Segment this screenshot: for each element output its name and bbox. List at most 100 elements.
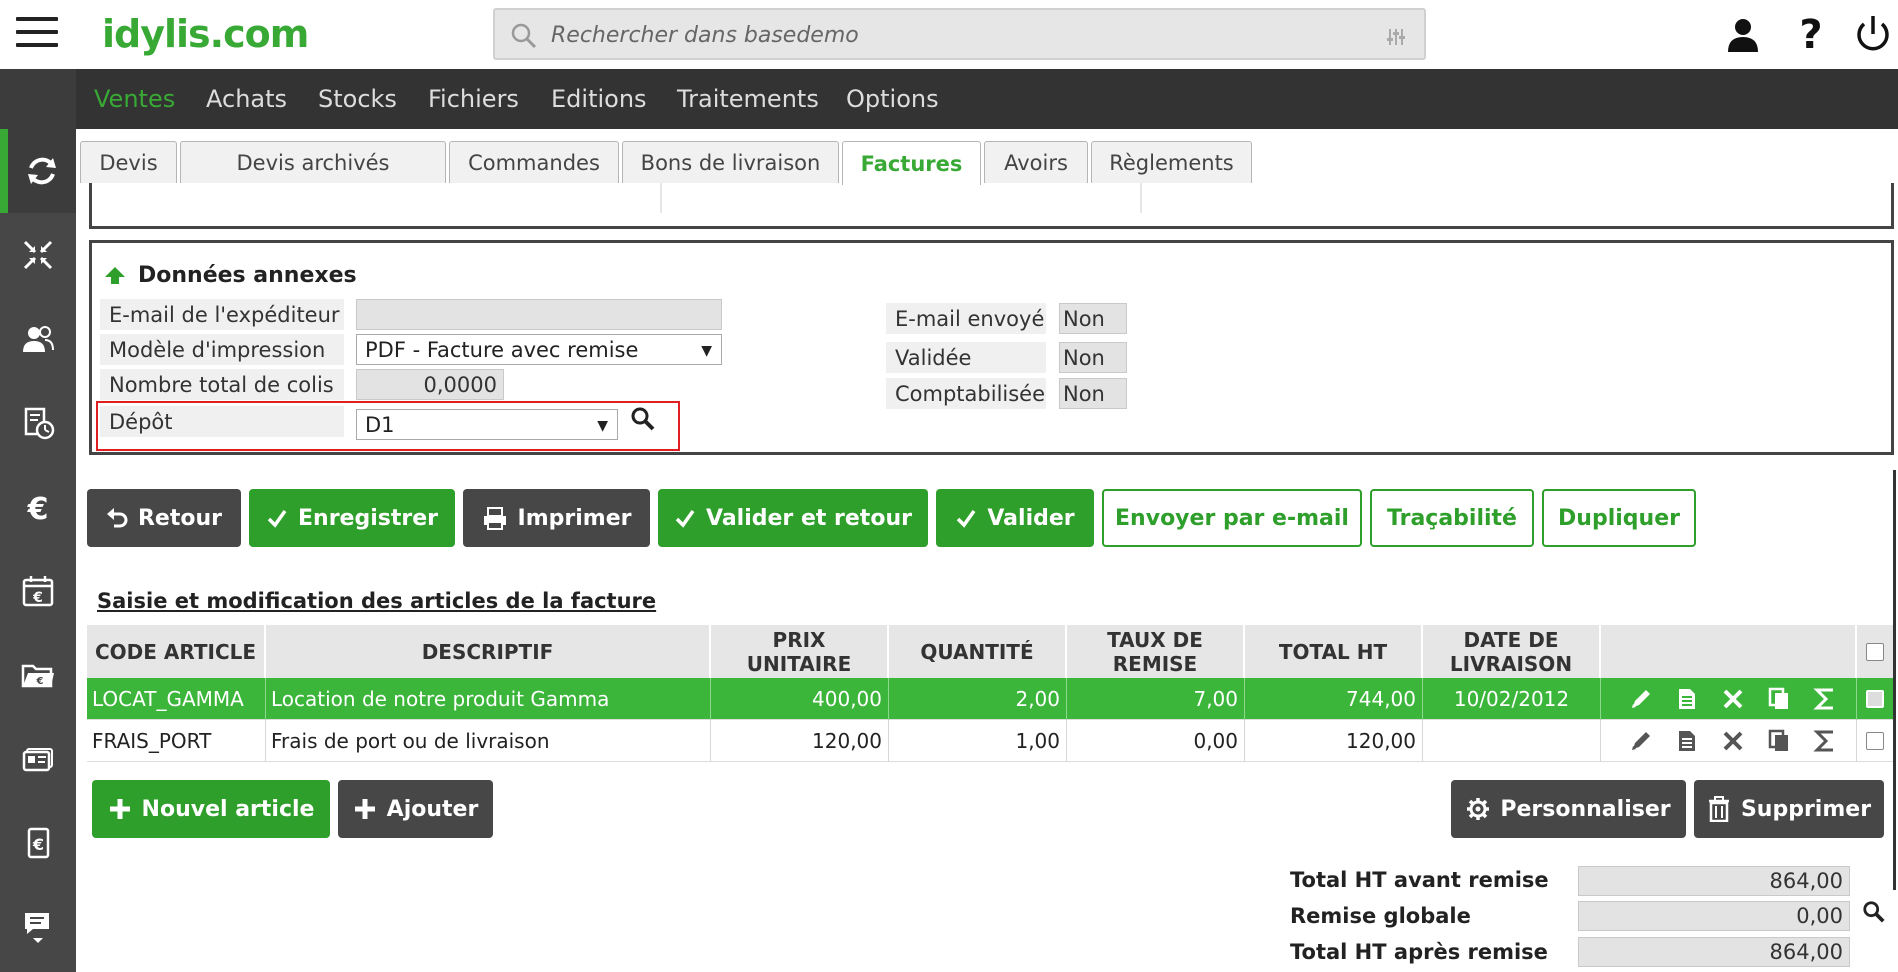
sidebar-item-finance[interactable]: € bbox=[0, 465, 76, 549]
previous-panel-frame bbox=[89, 183, 1894, 229]
tab-factures[interactable]: Factures bbox=[842, 141, 981, 185]
menu-options[interactable]: Options bbox=[846, 85, 939, 113]
sidebar-item-sales[interactable] bbox=[0, 129, 76, 213]
col-remise-line1: TAUX DE bbox=[1107, 627, 1203, 652]
cell-remise: 7,00 bbox=[1067, 678, 1245, 720]
collapse-up-icon[interactable] bbox=[104, 265, 126, 287]
col-total-ht[interactable]: TOTAL HT bbox=[1245, 625, 1423, 678]
search-input[interactable] bbox=[551, 18, 1331, 52]
dupliquer-button[interactable]: Dupliquer bbox=[1542, 489, 1696, 547]
menu-fichiers[interactable]: Fichiers bbox=[428, 85, 519, 113]
cell-prix: 400,00 bbox=[711, 678, 889, 720]
delete-x-icon[interactable] bbox=[1721, 729, 1745, 753]
cell-quantite: 2,00 bbox=[889, 678, 1067, 720]
imprimer-button[interactable]: Imprimer bbox=[463, 489, 650, 547]
edit-pencil-icon[interactable] bbox=[1629, 729, 1653, 753]
row-checkbox[interactable] bbox=[1866, 732, 1884, 750]
personnaliser-label: Personnaliser bbox=[1500, 796, 1671, 822]
valider-label: Valider bbox=[987, 505, 1075, 531]
check-icon bbox=[675, 509, 695, 528]
cell-remise: 0,00 bbox=[1067, 720, 1245, 762]
menu-traitements[interactable]: Traitements bbox=[677, 85, 819, 113]
menu-editions[interactable]: Editions bbox=[551, 85, 647, 113]
chat-more-icon bbox=[25, 913, 49, 943]
app-logo[interactable]: idylis.com bbox=[102, 12, 309, 56]
comptabilisee-label: Comptabilisée bbox=[886, 378, 1046, 409]
document-clock-icon bbox=[24, 407, 55, 440]
depot-value: D1 bbox=[365, 412, 395, 437]
sigma-sum-icon[interactable] bbox=[1813, 687, 1837, 711]
remise-search-icon[interactable] bbox=[1862, 900, 1886, 924]
sidebar-item-calendar[interactable]: € bbox=[0, 549, 76, 633]
row-checkbox[interactable] bbox=[1866, 690, 1884, 708]
id-card-icon bbox=[22, 748, 53, 772]
valider-button[interactable]: Valider bbox=[936, 489, 1094, 547]
tab-avoirs[interactable]: Avoirs bbox=[984, 141, 1088, 183]
delete-x-icon[interactable] bbox=[1721, 687, 1745, 711]
valider-et-retour-button[interactable]: Valider et retour bbox=[658, 489, 928, 547]
menu-stocks[interactable]: Stocks bbox=[318, 85, 397, 113]
depot-select[interactable]: D1 ▼ bbox=[356, 409, 618, 440]
personnaliser-button[interactable]: Personnaliser bbox=[1451, 780, 1686, 838]
sidebar-item-messages[interactable] bbox=[0, 885, 76, 969]
copy-icon[interactable] bbox=[1767, 687, 1791, 711]
ajouter-button[interactable]: Ajouter bbox=[338, 780, 493, 838]
copy-icon[interactable] bbox=[1767, 729, 1791, 753]
tab-bons-livraison[interactable]: Bons de livraison bbox=[622, 141, 839, 183]
sigma-sum-icon[interactable] bbox=[1813, 729, 1837, 753]
email-envoye-label: E-mail envoyé bbox=[886, 303, 1046, 334]
tab-devis-archives[interactable]: Devis archivés bbox=[180, 141, 446, 183]
undo-icon bbox=[106, 508, 128, 528]
col-date-line2: LIVRAISON bbox=[1449, 651, 1573, 676]
annex-title[interactable]: Données annexes bbox=[104, 263, 357, 288]
depot-search-icon[interactable] bbox=[630, 406, 656, 432]
col-taux-remise[interactable]: TAUX DE REMISE bbox=[1067, 625, 1245, 678]
comptabilisee-field: Non bbox=[1059, 378, 1127, 409]
tab-commandes[interactable]: Commandes bbox=[449, 141, 619, 183]
tracabilite-button[interactable]: Traçabilité bbox=[1370, 489, 1534, 547]
modele-impression-select[interactable]: PDF - Facture avec remise ▼ bbox=[356, 334, 722, 365]
user-icon[interactable] bbox=[1722, 12, 1764, 56]
document-icon[interactable] bbox=[1675, 687, 1699, 711]
edit-pencil-icon[interactable] bbox=[1629, 687, 1653, 711]
tab-devis[interactable]: Devis bbox=[80, 141, 177, 183]
sidebar-item-folder[interactable]: € bbox=[0, 633, 76, 717]
menu-ventes[interactable]: Ventes bbox=[94, 85, 175, 113]
ajouter-label: Ajouter bbox=[386, 796, 479, 822]
remise-globale-field[interactable]: 0,00 bbox=[1578, 901, 1850, 931]
left-sidebar: € € € € bbox=[0, 69, 76, 972]
email-expediteur-field[interactable] bbox=[356, 299, 722, 330]
envoyer-email-button[interactable]: Envoyer par e-mail bbox=[1102, 489, 1362, 547]
scrollbar[interactable] bbox=[1893, 470, 1896, 890]
col-quantite[interactable]: QUANTITÉ bbox=[889, 625, 1067, 678]
document-icon[interactable] bbox=[1675, 729, 1699, 753]
column-divider bbox=[660, 183, 662, 213]
total-avant-remise-label: Total HT avant remise bbox=[1290, 868, 1549, 892]
table-row[interactable]: FRAIS_PORT Frais de port ou de livraison… bbox=[87, 720, 1893, 762]
supprimer-label: Supprimer bbox=[1740, 796, 1872, 822]
col-descriptif[interactable]: DESCRIPTIF bbox=[266, 625, 711, 678]
filter-sliders-icon[interactable] bbox=[1386, 27, 1406, 47]
help-icon[interactable]: ? bbox=[1790, 12, 1832, 56]
modele-impression-label: Modèle d'impression bbox=[100, 334, 344, 365]
sidebar-item-exchange[interactable] bbox=[0, 213, 76, 297]
hamburger-menu-icon[interactable] bbox=[16, 17, 58, 51]
sidebar-item-contacts[interactable] bbox=[0, 297, 76, 381]
sidebar-item-cards[interactable] bbox=[0, 717, 76, 801]
table-row[interactable]: LOCAT_GAMMA Location de notre produit Ga… bbox=[87, 678, 1893, 720]
power-icon[interactable] bbox=[1852, 12, 1894, 56]
select-all-checkbox[interactable] bbox=[1866, 642, 1884, 661]
colis-field[interactable]: 0,0000 bbox=[356, 369, 504, 400]
col-code-article[interactable]: CODE ARTICLE bbox=[87, 625, 266, 678]
tab-reglements[interactable]: Règlements bbox=[1091, 141, 1252, 183]
sidebar-item-payment[interactable]: € bbox=[0, 801, 76, 885]
supprimer-button[interactable]: Supprimer bbox=[1694, 780, 1884, 838]
menu-achats[interactable]: Achats bbox=[206, 85, 287, 113]
retour-button[interactable]: Retour bbox=[87, 489, 241, 547]
enregistrer-button[interactable]: Enregistrer bbox=[249, 489, 455, 547]
svg-text:?: ? bbox=[1799, 12, 1822, 56]
nouvel-article-button[interactable]: Nouvel article bbox=[92, 780, 330, 838]
col-prix-unitaire[interactable]: PRIX UNITAIRE bbox=[711, 625, 889, 678]
col-date-livraison[interactable]: DATE DE LIVRAISON bbox=[1423, 625, 1601, 678]
sidebar-item-history[interactable] bbox=[0, 381, 76, 465]
